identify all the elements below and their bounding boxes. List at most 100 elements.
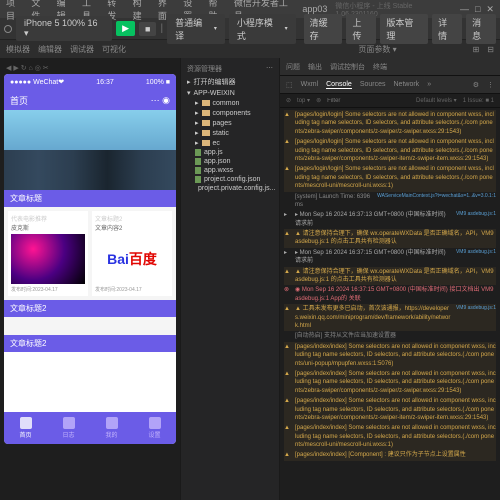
- warn-icon: ▲: [284, 424, 292, 449]
- console-log-warn[interactable]: ▲[pages/login/login] Some selectors are …: [284, 110, 496, 137]
- inspect-icon[interactable]: ⬚: [286, 81, 293, 89]
- section-header-3: 文章标题2: [4, 335, 176, 352]
- tab-visual[interactable]: 可视化: [102, 44, 126, 55]
- file-projectconfig[interactable]: project.config.json: [185, 175, 275, 184]
- filter-input[interactable]: [327, 98, 367, 104]
- tab-settings[interactable]: 设置: [133, 412, 176, 444]
- file-projectprivate[interactable]: project.private.config.js...: [185, 184, 275, 193]
- tab-simulator[interactable]: 模拟器: [6, 44, 30, 55]
- target-icon[interactable]: ◎: [35, 65, 41, 72]
- eye-icon[interactable]: ⊚: [316, 97, 321, 104]
- folder-common[interactable]: ▸ common: [185, 98, 275, 108]
- context-select[interactable]: top ▾: [297, 97, 310, 104]
- compile-mode[interactable]: 普通编译▾: [167, 14, 225, 44]
- close-icon[interactable]: ✕: [486, 4, 494, 15]
- home-icon[interactable]: ⌂: [29, 65, 33, 72]
- capsule-close-icon[interactable]: ◉: [162, 95, 170, 105]
- device-select[interactable]: iPhone 5 100% 16 ▾: [16, 16, 112, 41]
- log-source[interactable]: VM9 asdebug.js:1: [456, 211, 496, 228]
- tab-editor[interactable]: 编辑器: [38, 44, 62, 55]
- tab-debugger[interactable]: 调试器: [70, 44, 94, 55]
- tab-me[interactable]: 我的: [90, 412, 133, 444]
- folder-icon: [202, 100, 210, 106]
- levels-select[interactable]: Default levels ▾: [416, 97, 457, 104]
- card-1[interactable]: 代表电影推荐 皮克斯 发布时间:2023-04.17: [8, 211, 88, 296]
- log-message: [system] Launch Time: 6396 ms: [295, 193, 374, 210]
- more-tabs-icon[interactable]: »: [427, 81, 431, 88]
- forward-icon[interactable]: ▶: [13, 65, 18, 72]
- open-editors[interactable]: ▸ 打开的编辑器: [185, 76, 275, 88]
- console-log-warn[interactable]: ▲[pages/index/index] [Component] : 建议只作为…: [284, 450, 496, 460]
- console-log-warn[interactable]: ▲▲ 工具未发布更多已启动，首次该通报，https://developer s.…: [284, 304, 496, 331]
- log-source[interactable]: VM9 asdebug.js:1: [456, 249, 496, 266]
- stop-button[interactable]: ■: [139, 22, 156, 36]
- console-log-warn[interactable]: ▲[pages/index/index] Some selectors are …: [284, 342, 496, 369]
- console-log-warn[interactable]: ▲▲ 请注意保持合理下，确保 wx.operateWXData 是否正确域名，A…: [284, 229, 496, 248]
- gear-icon[interactable]: ⚙: [473, 81, 479, 89]
- file-icon: [195, 176, 201, 183]
- clear-cache-button[interactable]: 清缓存: [304, 14, 343, 44]
- console-log-warn[interactable]: ▲[pages/index/index] Some selectors are …: [284, 396, 496, 423]
- warn-icon: ▲: [284, 343, 292, 368]
- warn-icon: ▲: [284, 451, 292, 459]
- log-source[interactable]: WAServiceMainContext.js?t=wechat&s=1..&v…: [377, 193, 496, 210]
- folder-icon: [202, 120, 210, 126]
- file-appwxss[interactable]: app.wxss: [185, 166, 275, 175]
- upload-button[interactable]: 上传: [346, 14, 376, 44]
- console-log-log[interactable]: ▸▸ Mon Sep 16 2024 16:37:13 GMT+0800 (中国…: [284, 210, 496, 229]
- console-log-warn[interactable]: ▲▲ 请注意保持合理下，确保 wx.operateWXData 是否正确域名，A…: [284, 267, 496, 286]
- details-button[interactable]: 详情: [432, 14, 462, 44]
- tab-console[interactable]: Console: [326, 81, 352, 89]
- minimize-icon[interactable]: —: [460, 4, 469, 15]
- folder-pages[interactable]: ▸ pages: [185, 118, 275, 128]
- page-params[interactable]: 页面参数 ▾: [358, 44, 396, 55]
- file-icon: [195, 158, 201, 165]
- tab-problems[interactable]: 问题: [286, 62, 300, 72]
- console-log-info[interactable]: [自动热启] 支持从文件应当加速设置器: [284, 331, 496, 341]
- cut-icon[interactable]: ✂: [43, 65, 49, 72]
- console-log-log[interactable]: ▸▸ Mon Sep 16 2024 16:37:15 GMT+0800 (中国…: [284, 248, 496, 267]
- back-icon[interactable]: ◀: [6, 65, 11, 72]
- hero-image[interactable]: [4, 110, 176, 190]
- folder-static[interactable]: ▸ static: [185, 128, 275, 138]
- console-log-warn[interactable]: ▲[pages/index/index] Some selectors are …: [284, 423, 496, 450]
- card-title: 代表电影推荐: [11, 214, 85, 223]
- notice-button[interactable]: 消息: [466, 14, 496, 44]
- console-log-warn[interactable]: ▲[pages/login/login] Some selectors are …: [284, 164, 496, 191]
- program-mode[interactable]: 小程序模式▾: [229, 14, 296, 44]
- file-appjs[interactable]: app.js: [185, 148, 275, 157]
- clear-console-icon[interactable]: ⊘: [286, 97, 291, 104]
- log-message: ◉ Mon Sep 16 2024 16:37:15 GMT+0800 (中国标…: [295, 286, 496, 303]
- tab-log[interactable]: 日志: [47, 412, 90, 444]
- console-log-warn[interactable]: ▲[pages/index/index] Some selectors are …: [284, 369, 496, 396]
- console-log-error[interactable]: ⊗◉ Mon Sep 16 2024 16:37:15 GMT+0800 (中国…: [284, 285, 496, 304]
- tab-network[interactable]: Network: [394, 81, 420, 88]
- more-icon[interactable]: ⋯: [266, 64, 273, 74]
- folder-components[interactable]: ▸ components: [185, 108, 275, 118]
- menu-build[interactable]: 构建: [133, 0, 150, 22]
- tab-home[interactable]: 首页: [4, 412, 47, 444]
- project-root[interactable]: ▾ APP-WEIXIN: [185, 88, 275, 98]
- refresh-icon[interactable]: ↻: [21, 65, 27, 72]
- compile-button[interactable]: ▶: [116, 21, 135, 36]
- versions-button[interactable]: 版本管理: [380, 14, 428, 44]
- file-appjson[interactable]: app.json: [185, 157, 275, 166]
- tab-debug[interactable]: 调试控制台: [330, 62, 365, 72]
- tab-output[interactable]: 输出: [308, 62, 322, 72]
- layout-icon[interactable]: ⊞: [473, 45, 480, 54]
- capsule-menu-icon[interactable]: ⋯: [151, 95, 160, 105]
- log-source[interactable]: VM9 asdebug.js:1: [456, 305, 496, 330]
- layout-icon-2[interactable]: ⊟: [487, 45, 494, 54]
- folder-ec[interactable]: ▸ ec: [185, 138, 275, 148]
- avatar-icon[interactable]: [4, 25, 12, 33]
- console-log-warn[interactable]: ▲[pages/login/login] Some selectors are …: [284, 137, 496, 164]
- tab-wxml[interactable]: Wxml: [301, 81, 319, 88]
- maximize-icon[interactable]: □: [475, 4, 480, 15]
- console-log-info[interactable]: [system] Launch Time: 6396 msWAServiceMa…: [284, 192, 496, 211]
- dots-icon[interactable]: ⋮: [487, 81, 494, 89]
- tab-sources[interactable]: Sources: [360, 81, 386, 88]
- issues-badge[interactable]: 1 Issue: ■ 1: [463, 98, 494, 104]
- console-output[interactable]: ▲[pages/login/login] Some selectors are …: [280, 108, 500, 500]
- tab-terminal[interactable]: 终端: [373, 62, 387, 72]
- card-2[interactable]: 文章标题2 文章内容2 Bai百度 发布时间:2023-04.17: [92, 211, 172, 296]
